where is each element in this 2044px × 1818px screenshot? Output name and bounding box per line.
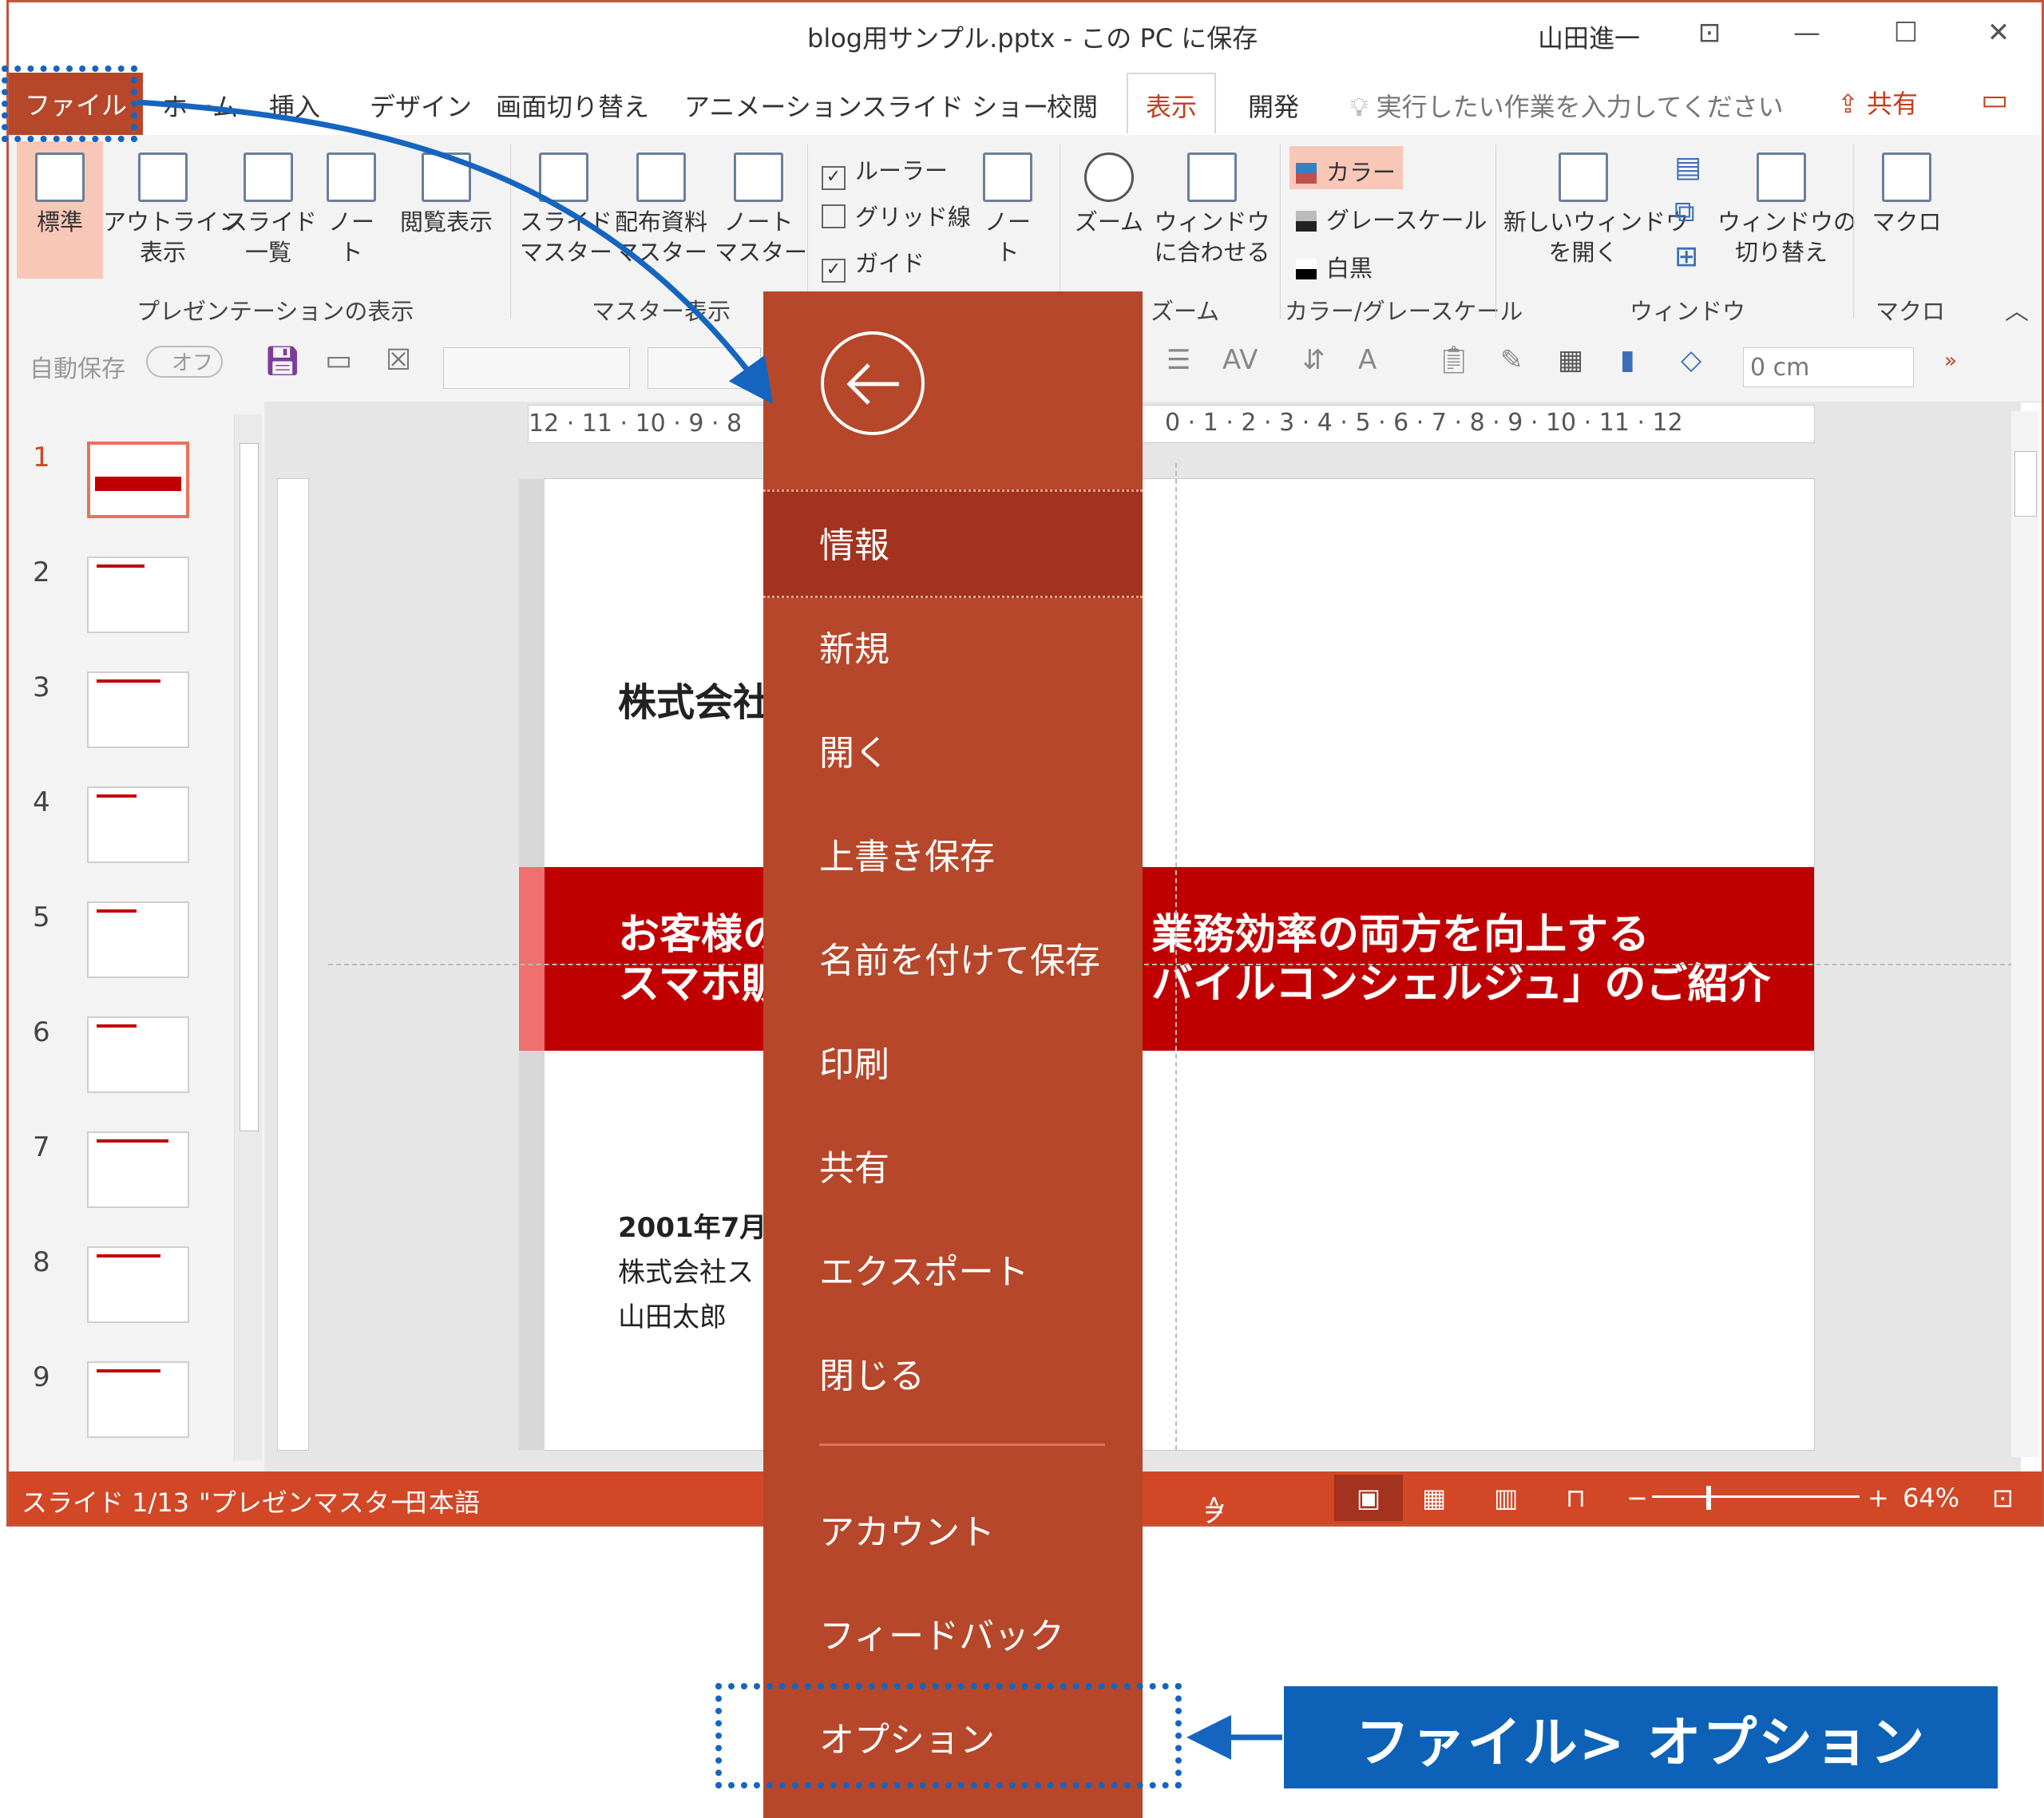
arrow-to-backstage-icon [137, 99, 774, 405]
annotation-arrows [137, 99, 1282, 1760]
annotation-callout: ファイル> オプション [1284, 1686, 1998, 1788]
